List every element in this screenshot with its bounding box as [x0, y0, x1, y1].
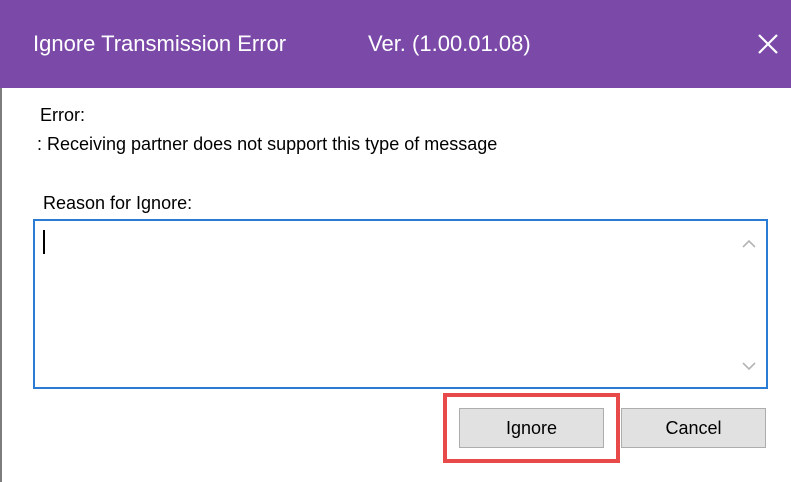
text-caret: [43, 230, 45, 254]
window-left-border: [0, 88, 2, 482]
vertical-scrollbar[interactable]: [732, 221, 766, 387]
scroll-down-button[interactable]: [732, 351, 766, 381]
reason-textarea[interactable]: [35, 221, 731, 387]
chevron-up-icon: [742, 239, 756, 248]
window-title: Ignore Transmission Error: [33, 31, 287, 56]
cancel-button[interactable]: Cancel: [621, 408, 766, 448]
reason-label: Reason for Ignore:: [43, 193, 193, 213]
dialog-window: Ignore Transmission Error Ver. (1.00.01.…: [0, 0, 791, 482]
title-bar: Ignore Transmission Error Ver. (1.00.01.…: [0, 0, 791, 88]
close-button[interactable]: [748, 22, 788, 66]
error-label: Error:: [40, 105, 85, 125]
close-icon: [758, 34, 778, 54]
version-label: Ver. (1.00.01.08): [368, 31, 531, 56]
chevron-down-icon: [742, 362, 756, 371]
scroll-up-button[interactable]: [732, 229, 766, 259]
ignore-button[interactable]: Ignore: [459, 408, 604, 448]
reason-field[interactable]: [33, 219, 768, 389]
error-message: : Receiving partner does not support thi…: [37, 134, 498, 154]
